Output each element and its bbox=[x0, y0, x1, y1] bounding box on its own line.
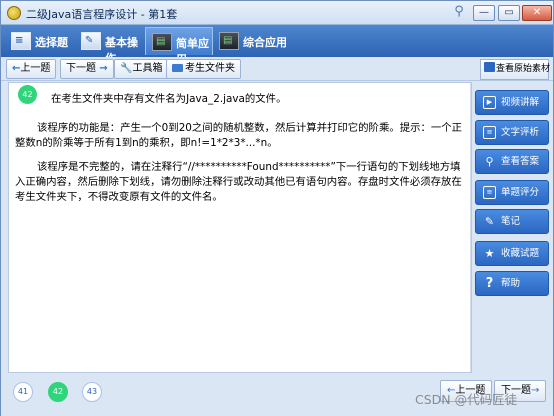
question-paragraph: 在考生文件夹中存有文件名为Java_2.java的文件。 bbox=[51, 93, 287, 105]
minimize-button[interactable]: — bbox=[473, 5, 495, 21]
list-icon: ≡ bbox=[11, 32, 31, 50]
text-analysis-button[interactable]: ≡ 文字评析 bbox=[475, 120, 549, 145]
tab-label: 选择题 bbox=[35, 36, 68, 49]
close-button[interactable]: ✕ bbox=[522, 5, 552, 21]
question-paragraph: 该程序是不完整的，请在注释行“//**********Found********… bbox=[15, 161, 462, 203]
tab-comprehensive-application[interactable]: ▤ 综合应用 bbox=[213, 27, 287, 55]
wrench-icon: 🔧 bbox=[120, 63, 133, 74]
tab-choice[interactable]: ≡ 选择题 bbox=[5, 27, 75, 55]
video-explanation-button[interactable]: ▶ 视频讲解 bbox=[475, 90, 549, 115]
question-number-43[interactable]: 43 bbox=[82, 382, 102, 402]
action-sidebar: ▶ 视频讲解 ≡ 文字评析 ⚲ 查看答案 ≡ 单题评分 ✎ 笔记 ★ 收藏试题 … bbox=[475, 82, 553, 373]
question-number-41[interactable]: 41 bbox=[13, 382, 33, 402]
toolbox-button[interactable]: 🔧工具箱 bbox=[114, 59, 169, 79]
view-source-material-button[interactable]: 查看原始素材 bbox=[480, 59, 550, 80]
app-window: 二级Java语言程序设计 - 第1套 ⚲ — ▭ ✕ ≡ 选择题 ✎ 基本操作 … bbox=[0, 0, 554, 416]
note-icon: ✎ bbox=[484, 215, 495, 228]
score-icon: ≡ bbox=[483, 186, 496, 199]
bookmark-question-button[interactable]: ★ 收藏试题 bbox=[475, 241, 549, 266]
edit-icon: ✎ bbox=[81, 32, 101, 50]
terminal-icon: ▤ bbox=[219, 32, 239, 50]
toolbar: ←上一题 下一题 → 🔧工具箱 考生文件夹 bbox=[1, 57, 553, 81]
watermark-text: CSDN @代码匠徒 bbox=[415, 392, 518, 407]
question-type-tabs: ≡ 选择题 ✎ 基本操作 ▤ 简单应用 ▤ 综合应用 bbox=[1, 25, 553, 66]
star-icon: ★ bbox=[484, 247, 495, 260]
single-question-score-button[interactable]: ≡ 单题评分 bbox=[475, 180, 549, 205]
maximize-button[interactable]: ▭ bbox=[498, 5, 520, 21]
tab-label: 综合应用 bbox=[243, 36, 287, 49]
folder-icon bbox=[172, 64, 183, 72]
terminal-icon: ▤ bbox=[152, 33, 172, 51]
arrow-right-icon: → bbox=[99, 63, 108, 74]
text-analysis-icon: ≡ bbox=[483, 126, 496, 139]
next-question-button[interactable]: 下一题 → bbox=[60, 59, 114, 79]
title-bar: 二级Java语言程序设计 - 第1套 ⚲ — ▭ ✕ bbox=[1, 1, 553, 25]
help-button[interactable]: ? 帮助 bbox=[475, 271, 549, 296]
arrow-right-icon: → bbox=[531, 385, 540, 396]
question-number-badge: 42 bbox=[18, 85, 37, 104]
window-title: 二级Java语言程序设计 - 第1套 bbox=[26, 8, 178, 21]
app-logo-icon bbox=[7, 6, 21, 20]
video-icon: ▶ bbox=[483, 96, 496, 109]
help-icon: ? bbox=[485, 276, 494, 291]
document-icon bbox=[484, 62, 495, 72]
prev-question-button[interactable]: ←上一题 bbox=[6, 59, 57, 79]
tab-basic-operation[interactable]: ✎ 基本操作 bbox=[75, 27, 145, 65]
question-paragraph: 该程序的功能是：产生一个0到20之间的随机整数，然后计算并打印它的阶乘。提示：一… bbox=[15, 122, 463, 149]
tab-simple-application[interactable]: ▤ 简单应用 bbox=[145, 27, 213, 66]
search-icon: ⚲ bbox=[485, 155, 494, 168]
vertical-scrollbar[interactable] bbox=[470, 83, 471, 372]
notes-button[interactable]: ✎ 笔记 bbox=[475, 209, 549, 234]
candidate-folder-button[interactable]: 考生文件夹 bbox=[166, 59, 241, 79]
question-panel: 42 在考生文件夹中存有文件名为Java_2.java的文件。 该程序的功能是：… bbox=[8, 82, 472, 373]
view-answer-button[interactable]: ⚲ 查看答案 bbox=[475, 149, 549, 174]
question-number-42[interactable]: 42 bbox=[48, 382, 68, 402]
pin-icon[interactable]: ⚲ bbox=[452, 4, 466, 20]
